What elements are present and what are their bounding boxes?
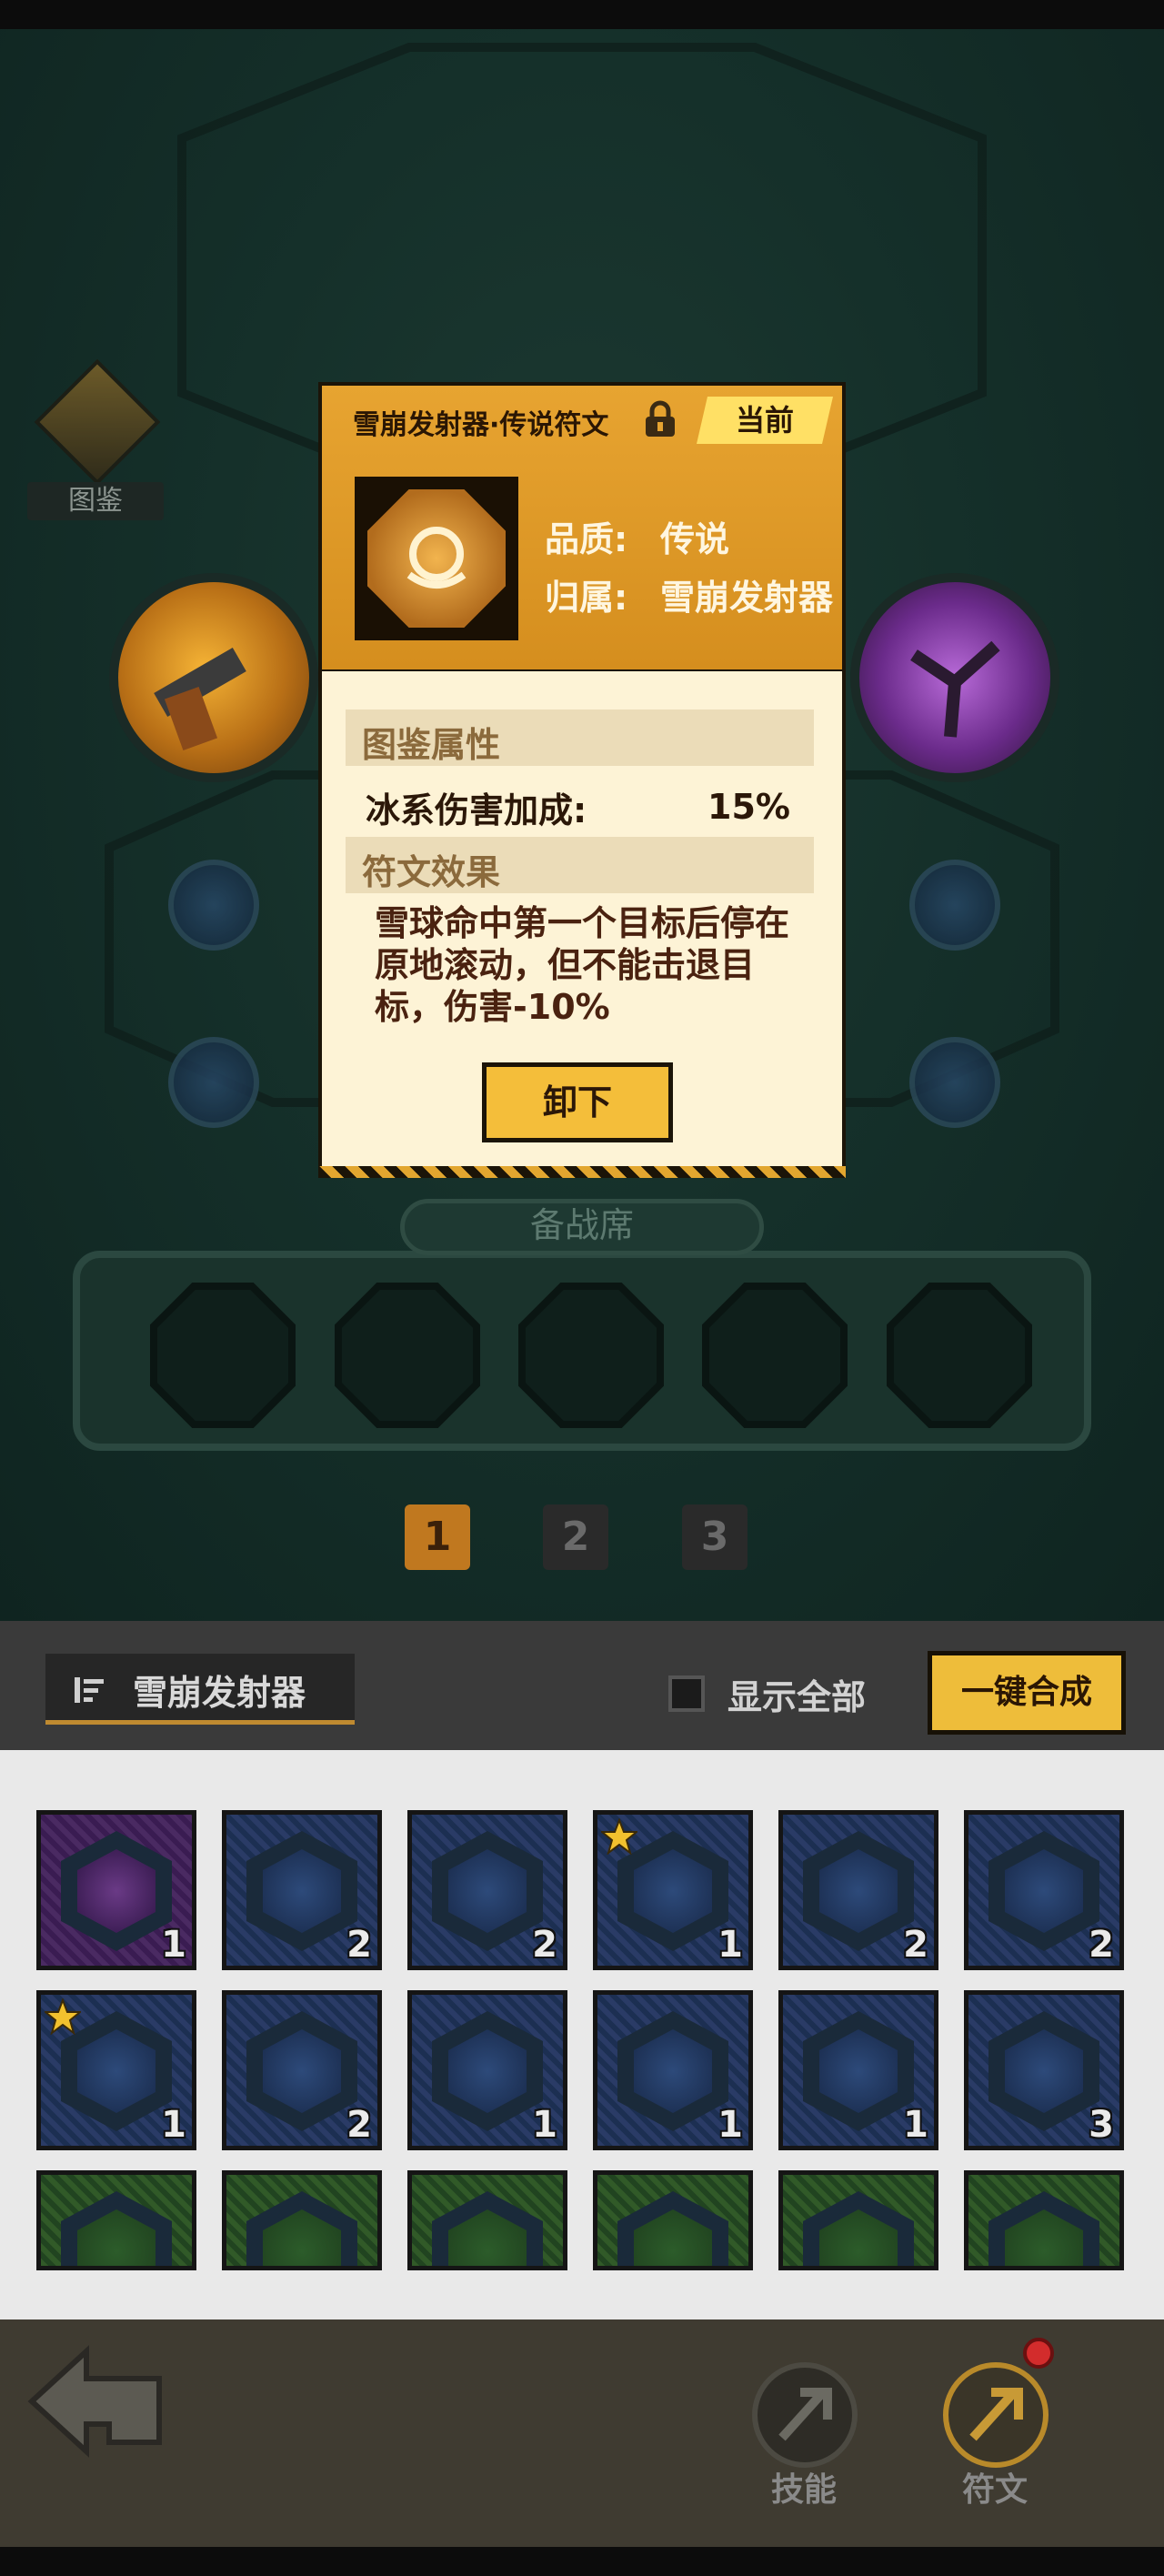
- stat-name: 冰系伤害加成:: [366, 790, 587, 830]
- bench-slot[interactable]: [887, 1283, 1032, 1428]
- bench-slot[interactable]: [335, 1283, 480, 1428]
- rune-slot[interactable]: [150, 841, 277, 969]
- rune-nav-label: 符文: [962, 2471, 1029, 2509]
- filter-label: 雪崩发射器: [133, 1673, 306, 1713]
- home-indicator-bar: [0, 2547, 1164, 2576]
- current-badge: 当前: [697, 397, 833, 444]
- catalog-label: 图鉴: [27, 482, 164, 520]
- rune-count: 2: [903, 1924, 928, 1966]
- bench-title: 备战席: [529, 1205, 634, 1245]
- status-bar: [0, 0, 1164, 29]
- rune-count: 2: [1089, 1924, 1114, 1966]
- rune-count: 1: [717, 2104, 743, 2146]
- rune-card[interactable]: [407, 2170, 567, 2270]
- rune-card[interactable]: 2: [778, 1810, 938, 1970]
- rune-detail-popup: 雪崩发射器·传说符文 当前 品质: 传说 归属: 雪崩发射器 图鉴属性 冰系伤害…: [318, 382, 846, 1178]
- bench-slot[interactable]: [702, 1283, 848, 1428]
- rune-card[interactable]: 2: [964, 1810, 1124, 1970]
- rune-card[interactable]: 2: [407, 1810, 567, 1970]
- rune-slot[interactable]: [891, 1019, 1018, 1146]
- rune-count: 1: [903, 2104, 928, 2146]
- section-attr-header: 图鉴属性: [346, 709, 814, 766]
- back-arrow-icon[interactable]: [23, 2338, 168, 2465]
- star-icon: [45, 1998, 81, 2035]
- notification-dot: [1023, 2338, 1054, 2369]
- bench-slot[interactable]: [150, 1283, 296, 1428]
- rune-card[interactable]: 1: [36, 1810, 196, 1970]
- weapon-filter-dropdown[interactable]: 雪崩发射器: [45, 1654, 355, 1725]
- merge-all-label: 一键合成: [960, 1674, 1092, 1711]
- rune-card[interactable]: [964, 2170, 1124, 2270]
- rune-card[interactable]: [778, 2170, 938, 2270]
- star-icon: [601, 1818, 637, 1855]
- show-all-checkbox[interactable]: [668, 1675, 705, 1712]
- show-all-label: 显示全部: [728, 1677, 867, 1717]
- catalog-icon: [34, 358, 161, 486]
- rune-slot[interactable]: [891, 841, 1018, 969]
- rune-card[interactable]: 2: [222, 1810, 382, 1970]
- rune-count: 1: [717, 1924, 743, 1966]
- rune-card[interactable]: 1: [593, 1810, 753, 1970]
- rune-card[interactable]: [593, 2170, 753, 2270]
- page-tab-1[interactable]: 1: [405, 1504, 470, 1570]
- quality-label: 品质:: [545, 519, 628, 559]
- claw-weapon-icon: [910, 640, 1000, 738]
- owner-value: 雪崩发射器: [660, 578, 834, 618]
- effect-text: 雪球命中第一个目标后停在原地滚动，但不能击退目标，伤害-10%: [375, 903, 790, 1027]
- unequip-button[interactable]: 卸下: [482, 1062, 673, 1142]
- rune-slot[interactable]: [150, 1019, 277, 1146]
- page-tab-3[interactable]: 3: [682, 1504, 748, 1570]
- weapon-slot-right[interactable]: [850, 573, 1059, 782]
- rune-card[interactable]: 1: [407, 1990, 567, 2150]
- launcher-icon: [154, 648, 246, 751]
- page-tab-2[interactable]: 2: [543, 1504, 608, 1570]
- popup-header: 雪崩发射器·传说符文 当前 品质: 传说 归属: 雪崩发射器: [318, 382, 846, 673]
- popup-title: 雪崩发射器·传说符文: [353, 409, 609, 441]
- weapon-slot-left[interactable]: [109, 573, 318, 782]
- section-attr-title: 图鉴属性: [362, 725, 501, 765]
- rune-card[interactable]: 3: [964, 1990, 1124, 2150]
- rune-count: 2: [532, 1924, 557, 1966]
- bench-slot[interactable]: [518, 1283, 664, 1428]
- rune-count: 1: [161, 1924, 186, 1966]
- rune-card[interactable]: 1: [778, 1990, 938, 2150]
- skill-nav-label: 技能: [771, 2471, 838, 2509]
- rune-portrait: [355, 477, 518, 640]
- rune-nav-icon[interactable]: [937, 2356, 1055, 2474]
- lock-icon[interactable]: [640, 400, 680, 440]
- merge-all-button[interactable]: 一键合成: [928, 1651, 1126, 1735]
- rune-card[interactable]: [222, 2170, 382, 2270]
- unequip-label: 卸下: [542, 1082, 612, 1122]
- quality-value: 传说: [660, 519, 730, 559]
- stat-value: 15%: [707, 787, 790, 827]
- catalog-button[interactable]: 图鉴: [27, 358, 164, 532]
- rune-count: 1: [532, 2104, 557, 2146]
- rune-count: 2: [346, 2104, 372, 2146]
- rune-count: 3: [1089, 2104, 1114, 2146]
- rune-count: 1: [161, 2104, 186, 2146]
- skill-nav-icon[interactable]: [746, 2356, 864, 2474]
- rune-card[interactable]: 2: [222, 1990, 382, 2150]
- rune-card[interactable]: 1: [593, 1990, 753, 2150]
- current-badge-label: 当前: [735, 403, 794, 438]
- section-effect-title: 符文效果: [362, 852, 501, 892]
- owner-label: 归属:: [545, 578, 628, 618]
- rune-count: 2: [346, 1924, 372, 1966]
- section-effect-header: 符文效果: [346, 837, 814, 893]
- popup-footer: [318, 1166, 846, 1178]
- filter-icon: [75, 1677, 104, 1703]
- rune-card[interactable]: 1: [36, 1990, 196, 2150]
- snowball-rune-icon: [406, 527, 467, 589]
- rune-card[interactable]: [36, 2170, 196, 2270]
